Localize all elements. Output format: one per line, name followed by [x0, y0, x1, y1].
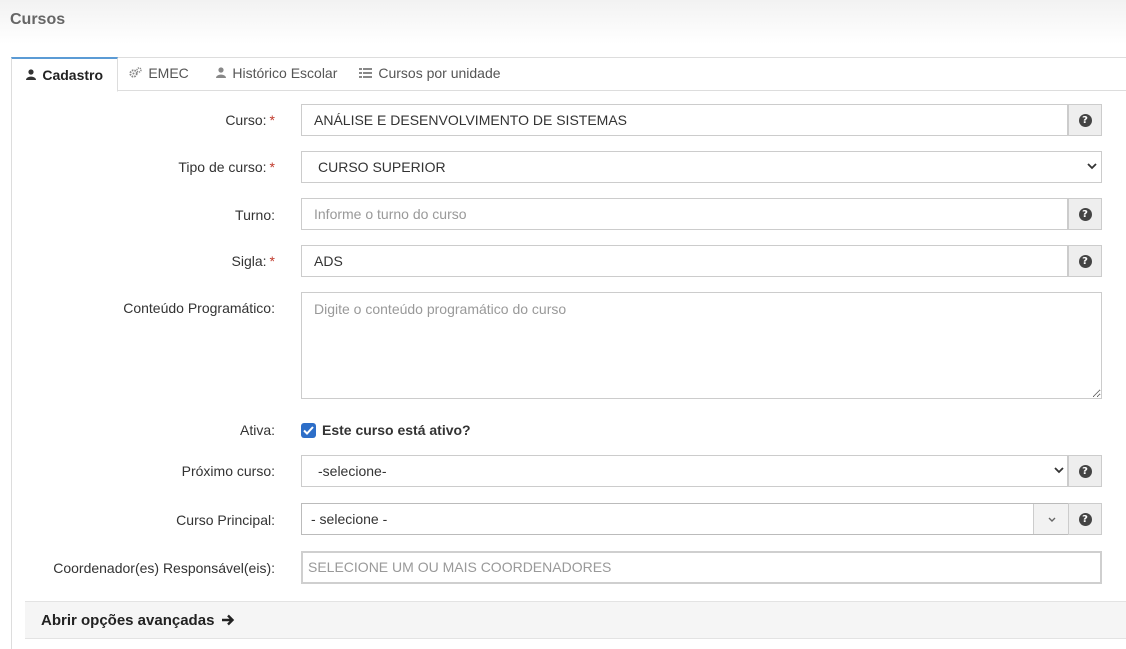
required-mark: * — [269, 159, 275, 175]
question-circle-icon: ? — [1078, 512, 1092, 526]
principal-value: - selecione - — [311, 511, 388, 527]
page-title: Cursos — [10, 11, 66, 28]
curso-value: ANÁLISE E DESENVOLVIMENTO DE SISTEMAS — [314, 112, 628, 128]
required-mark: * — [269, 112, 275, 128]
proximo-value: -selecione- — [318, 463, 387, 479]
curso-help-button[interactable]: ? — [1068, 104, 1102, 136]
user-icon — [26, 69, 39, 83]
tab-label: EMEC — [148, 65, 189, 81]
coordenador-label: Coordenador(es) Responsável(eis): — [53, 560, 275, 576]
tipo-label: Tipo de curso: * — [178, 159, 275, 175]
proximo-select[interactable]: -selecione- ? — [301, 455, 1102, 487]
principal-dropdown-toggle[interactable] — [1033, 504, 1069, 534]
turno-field: ? — [301, 198, 1102, 230]
proximo-label: Próximo curso: — [181, 463, 275, 479]
sigla-field[interactable]: ADS ? — [301, 245, 1102, 277]
chevron-down-icon — [1048, 517, 1055, 522]
conteudo-label: Conteúdo Programático: — [123, 300, 275, 316]
list-icon — [359, 67, 375, 81]
tipo-value: CURSO SUPERIOR — [318, 159, 446, 175]
tipo-select[interactable]: CURSO SUPERIOR — [301, 151, 1102, 183]
tab-cursos-por-unidade[interactable]: Cursos por unidade — [359, 57, 501, 91]
ativa-label: Ativa: — [239, 422, 275, 438]
tab-cadastro[interactable]: Cadastro — [11, 57, 119, 92]
cogs-icon — [129, 67, 145, 81]
principal-help-button[interactable]: ? — [1068, 503, 1102, 535]
tab-label: Histórico Escolar — [232, 65, 338, 81]
coordenador-multiselect — [301, 551, 1102, 584]
chevron-down-icon — [1087, 163, 1097, 170]
question-circle-icon: ? — [1078, 207, 1092, 221]
principal-select[interactable]: - selecione - ? — [301, 503, 1102, 535]
curso-field[interactable]: ANÁLISE E DESENVOLVIMENTO DE SISTEMAS ? — [301, 104, 1102, 136]
turno-input[interactable] — [314, 199, 1054, 229]
required-mark: * — [269, 253, 275, 269]
tab-historico-escolar[interactable]: Histórico Escolar — [216, 57, 337, 91]
arrow-right-icon — [221, 614, 234, 626]
check-icon — [303, 426, 314, 435]
advanced-options-label: Abrir opções avançadas — [41, 612, 235, 629]
tab-label: Cursos por unidade — [378, 65, 501, 81]
turno-help-button[interactable]: ? — [1068, 198, 1102, 230]
ativa-checkbox[interactable] — [301, 423, 316, 438]
tab-bar: Cadastro EMEC Histórico Escolar Cursos p… — [11, 57, 1126, 92]
sigla-label: Sigla: * — [231, 253, 275, 269]
coordenador-input[interactable] — [308, 553, 1088, 582]
sigla-help-button[interactable]: ? — [1068, 245, 1102, 277]
curso-label: Curso: * — [225, 112, 275, 128]
question-circle-icon: ? — [1078, 113, 1092, 127]
user-icon — [216, 67, 229, 81]
sigla-value: ADS — [314, 253, 343, 269]
ativa-checkbox-label[interactable]: Este curso está ativo? — [322, 422, 471, 438]
proximo-help-button[interactable]: ? — [1068, 455, 1102, 487]
turno-label: Turno: — [235, 207, 275, 223]
question-circle-icon: ? — [1078, 464, 1092, 478]
principal-label: Curso Principal: — [176, 512, 275, 528]
conteudo-textarea[interactable] — [301, 292, 1102, 399]
page-header: Cursos — [0, 0, 1126, 44]
tab-label: Cadastro — [42, 67, 104, 83]
question-circle-icon: ? — [1078, 254, 1092, 268]
chevron-down-icon — [1054, 467, 1064, 474]
tab-emec[interactable]: EMEC — [129, 57, 189, 91]
advanced-options-bar[interactable]: Abrir opções avançadas — [25, 601, 1126, 639]
